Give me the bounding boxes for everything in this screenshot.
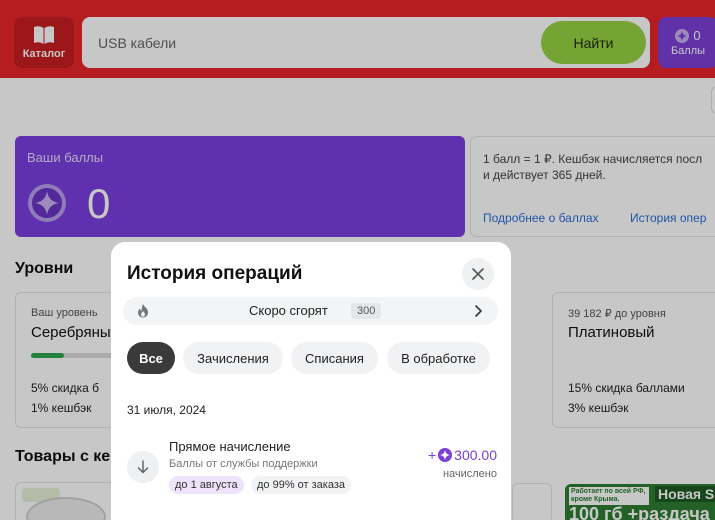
expiring-count-badge: 300: [351, 303, 382, 319]
limit-chip: до 99% от заказа: [251, 476, 352, 494]
tab-all[interactable]: Все: [127, 342, 175, 374]
amount-value: 300.00: [454, 447, 497, 463]
operation-status: начислено: [442, 468, 497, 480]
fire-icon: [138, 304, 148, 318]
close-button[interactable]: [462, 258, 494, 290]
operations-date: 31 июля, 2024: [127, 403, 206, 417]
operation-amount: + 300.00: [428, 447, 497, 463]
operation-icon-wrap: [127, 451, 159, 483]
tab-credits[interactable]: Зачисления: [183, 342, 283, 374]
operation-title: Прямое начисление: [169, 439, 291, 454]
expiry-chip: до 1 августа: [169, 476, 244, 494]
arrow-down-icon: [137, 460, 149, 474]
close-icon: [472, 268, 484, 280]
operation-subtitle: Баллы от службы поддержки: [169, 458, 318, 470]
points-star-icon: [438, 448, 453, 462]
tab-debits[interactable]: Списания: [291, 342, 378, 374]
operations-history-modal: История операций Скоро сгорят 300 Все За…: [111, 242, 511, 520]
chevron-right-icon: [475, 305, 482, 317]
expiring-points-row[interactable]: Скоро сгорят 300: [123, 297, 498, 325]
amount-prefix: +: [427, 447, 437, 463]
operation-item[interactable]: Прямое начисление Баллы от службы поддер…: [127, 438, 497, 498]
modal-title: История операций: [127, 263, 303, 284]
expiring-label: Скоро сгорят: [249, 303, 328, 318]
tab-processing[interactable]: В обработке: [387, 342, 490, 374]
